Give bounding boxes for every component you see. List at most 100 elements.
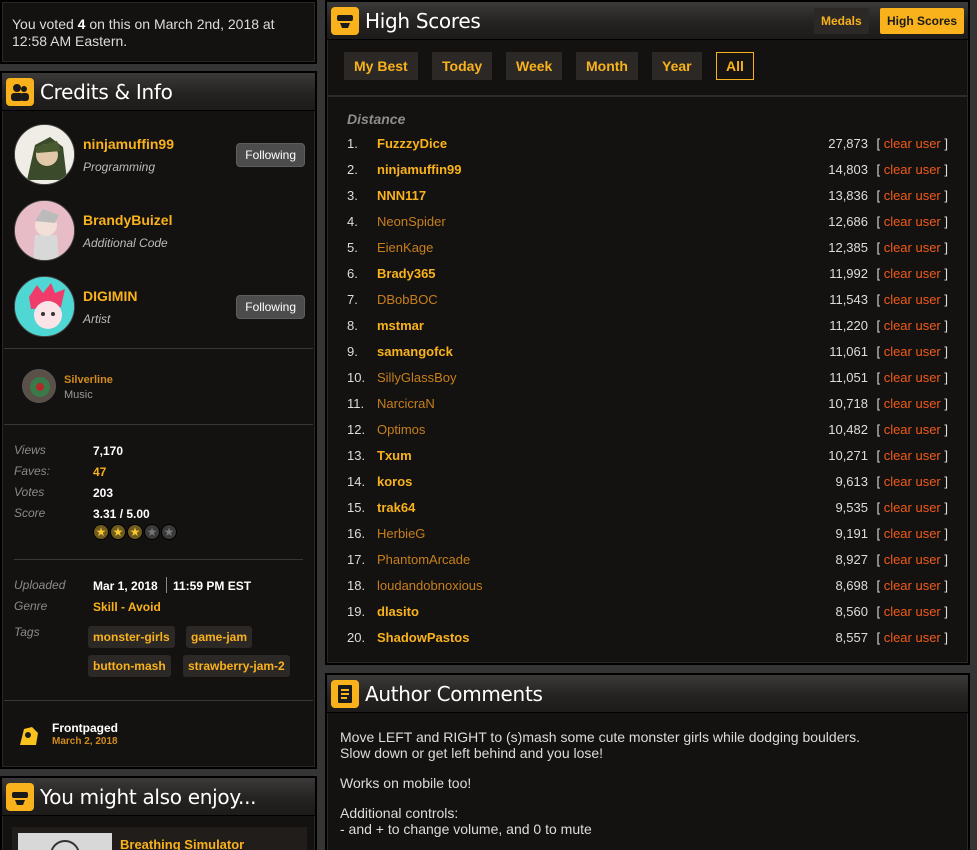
- score-user-link[interactable]: NarcicraN: [377, 396, 435, 411]
- clear-user-link[interactable]: [ clear user ]: [876, 214, 948, 229]
- clear-user-label[interactable]: clear user: [884, 162, 941, 177]
- credit-name[interactable]: Silverline: [64, 374, 113, 386]
- score-user-link[interactable]: Brady365: [377, 266, 436, 281]
- faves-value[interactable]: 47: [93, 465, 106, 479]
- clear-user-label[interactable]: clear user: [884, 578, 941, 593]
- clear-user-link[interactable]: [ clear user ]: [876, 396, 948, 411]
- following-button[interactable]: Following: [236, 143, 305, 167]
- clear-user-link[interactable]: [ clear user ]: [876, 188, 948, 203]
- score-user-link[interactable]: Optimos: [377, 422, 425, 437]
- tab-year[interactable]: Year: [652, 52, 702, 80]
- score-user-link[interactable]: NeonSpider: [377, 214, 446, 229]
- clear-user-label[interactable]: clear user: [884, 630, 941, 645]
- credits-header: Credits & Info: [2, 73, 315, 111]
- tab-week[interactable]: Week: [506, 52, 563, 80]
- score-user-link[interactable]: FuzzzyDice: [377, 136, 447, 151]
- game-thumbnail[interactable]: [18, 833, 112, 850]
- high-scores-button[interactable]: High Scores: [880, 8, 965, 34]
- score-user-link[interactable]: SillyGlassBoy: [377, 370, 456, 385]
- score-user-link[interactable]: NNN117: [377, 188, 426, 203]
- clear-user-label[interactable]: clear user: [884, 318, 941, 333]
- clear-user-link[interactable]: [ clear user ]: [876, 552, 948, 567]
- clear-user-link[interactable]: [ clear user ]: [876, 630, 948, 645]
- clear-user-label[interactable]: clear user: [884, 422, 941, 437]
- avatar[interactable]: [22, 369, 56, 403]
- genre-link[interactable]: Skill - Avoid: [93, 600, 161, 614]
- clear-user-label[interactable]: clear user: [884, 474, 941, 489]
- clear-user-label[interactable]: clear user: [884, 344, 941, 359]
- tab-today[interactable]: Today: [432, 52, 493, 80]
- clear-user-label[interactable]: clear user: [884, 188, 941, 203]
- clear-user-link[interactable]: [ clear user ]: [876, 344, 948, 359]
- clear-user-link[interactable]: [ clear user ]: [876, 474, 948, 489]
- credit-name[interactable]: BrandyBuizel: [83, 212, 172, 228]
- clear-user-link[interactable]: [ clear user ]: [876, 162, 948, 177]
- tag-link[interactable]: button-mash: [88, 655, 171, 677]
- clear-user-link[interactable]: [ clear user ]: [876, 448, 948, 463]
- score-user-link[interactable]: EienKage: [377, 240, 433, 255]
- clear-user-link[interactable]: [ clear user ]: [876, 604, 948, 619]
- tag-link[interactable]: game-jam: [186, 626, 253, 648]
- score-user-link[interactable]: koros: [377, 474, 412, 489]
- medals-button[interactable]: Medals: [814, 8, 869, 34]
- clear-user-link[interactable]: [ clear user ]: [876, 526, 948, 541]
- score-row: 19. dlasito 8,560 [ clear user ]: [327, 599, 968, 625]
- score-user-link[interactable]: ShadowPastos: [377, 630, 469, 645]
- score-value: 11,992: [829, 266, 868, 281]
- clear-user-label[interactable]: clear user: [884, 604, 941, 619]
- score-value: 9,191: [835, 526, 868, 541]
- clear-user-link[interactable]: [ clear user ]: [876, 136, 948, 151]
- following-button[interactable]: Following: [236, 295, 305, 319]
- score-user-link[interactable]: dlasito: [377, 604, 419, 619]
- clear-user-link[interactable]: [ clear user ]: [876, 500, 948, 515]
- frontpaged-date[interactable]: March 2, 2018: [52, 736, 118, 747]
- recommended-game[interactable]: Breathing Simulator: [12, 827, 307, 850]
- avatar[interactable]: [14, 124, 75, 185]
- tab-month[interactable]: Month: [576, 52, 638, 80]
- also-enjoy-header: You might also enjoy...: [2, 778, 315, 816]
- clear-user-label[interactable]: clear user: [884, 136, 941, 151]
- clear-user-link[interactable]: [ clear user ]: [876, 578, 948, 593]
- score-user-link[interactable]: loudandobnoxious: [377, 578, 483, 593]
- clear-user-link[interactable]: [ clear user ]: [876, 422, 948, 437]
- score-value: 11,061: [829, 344, 868, 359]
- score-user-link[interactable]: mstmar: [377, 318, 424, 333]
- tag-link[interactable]: monster-girls: [88, 626, 175, 648]
- clear-user-link[interactable]: [ clear user ]: [876, 292, 948, 307]
- score-user-link[interactable]: samangofck: [377, 344, 453, 359]
- score-user-link[interactable]: Txum: [377, 448, 412, 463]
- credit-name[interactable]: DIGIMIN: [83, 288, 137, 304]
- clear-user-label[interactable]: clear user: [884, 552, 941, 567]
- clear-user-label[interactable]: clear user: [884, 240, 941, 255]
- clear-user-label[interactable]: clear user: [884, 448, 941, 463]
- clear-user-link[interactable]: [ clear user ]: [876, 318, 948, 333]
- clear-user-label[interactable]: clear user: [884, 214, 941, 229]
- clear-user-label[interactable]: clear user: [884, 396, 941, 411]
- clear-user-link[interactable]: [ clear user ]: [876, 240, 948, 255]
- clear-user-label[interactable]: clear user: [884, 292, 941, 307]
- tab-all[interactable]: All: [716, 52, 754, 80]
- score-user-link[interactable]: ninjamuffin99: [377, 162, 462, 177]
- clear-user-label[interactable]: clear user: [884, 500, 941, 515]
- tab-my-best[interactable]: My Best: [344, 52, 418, 80]
- score-row: 3. NNN117 13,836 [ clear user ]: [327, 183, 968, 209]
- avatar[interactable]: [14, 276, 75, 337]
- star-empty-icon: ★: [144, 524, 160, 540]
- tag-link[interactable]: strawberry-jam-2: [183, 655, 290, 677]
- credit-brandybuizel: BrandyBuizel Additional Code: [14, 200, 309, 262]
- game-title[interactable]: Breathing Simulator: [120, 837, 244, 850]
- clear-user-label[interactable]: clear user: [884, 526, 941, 541]
- credit-role: Artist: [83, 312, 111, 326]
- clear-user-link[interactable]: [ clear user ]: [876, 266, 948, 281]
- clear-user-link[interactable]: [ clear user ]: [876, 370, 948, 385]
- score-user-link[interactable]: DBobBOC: [377, 292, 438, 307]
- clear-user-label[interactable]: clear user: [884, 370, 941, 385]
- avatar[interactable]: [14, 200, 75, 261]
- credit-name[interactable]: ninjamuffin99: [83, 136, 174, 152]
- score-user-link[interactable]: trak64: [377, 500, 415, 515]
- score-user-link[interactable]: PhantomArcade: [377, 552, 470, 567]
- vote-suffix: on this on March 2nd, 2018 at: [85, 16, 275, 32]
- clear-user-label[interactable]: clear user: [884, 266, 941, 281]
- score-user-link[interactable]: HerbieG: [377, 526, 425, 541]
- score-row: 20. ShadowPastos 8,557 [ clear user ]: [327, 625, 968, 651]
